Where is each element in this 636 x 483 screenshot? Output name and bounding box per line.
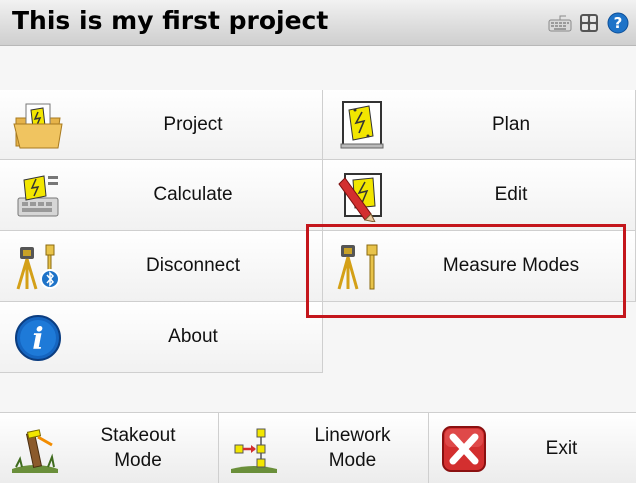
project-button[interactable]: Project [0,90,323,160]
calculate-label: Calculate [153,184,233,205]
measure-modes-button[interactable]: Measure Modes [323,231,636,302]
svg-text:?: ? [614,14,623,32]
edit-pencil-icon [335,170,387,223]
stakeout-mode-label: Stakeout Mode [62,413,214,483]
about-button[interactable]: i About [0,302,323,373]
bottom-toolbar: Stakeout Mode Linework Mode Exit [0,412,636,483]
plan-label: Plan [491,113,531,135]
disconnect-button[interactable]: Disconnect [0,231,323,302]
about-label: About [168,326,218,347]
folder-icon [12,100,64,152]
linework-icon [227,423,281,475]
help-icon[interactable]: ? [606,12,630,34]
stakeout-label-line1: Stakeout [100,425,176,446]
linework-label-line1: Linework [314,425,391,446]
linework-mode-button[interactable]: Linework Mode [219,413,429,483]
total-station-icon [335,241,387,293]
edit-button[interactable]: Edit [323,160,636,231]
svg-text:i: i [32,322,43,357]
info-icon: i [12,312,64,364]
title-bar: This is my first project ? [0,0,636,46]
disconnect-label: Disconnect [146,255,240,276]
project-label: Project [163,113,223,135]
plan-icon [335,100,387,152]
stakeout-label-line2: Mode [114,450,162,471]
page-title: This is my first project [12,6,329,35]
exit-button[interactable]: Exit [429,413,636,483]
calculator-icon [12,170,64,222]
keyboard-icon[interactable] [548,12,572,34]
stakeout-mode-button[interactable]: Stakeout Mode [0,413,219,483]
main-menu: Project Plan Calculate Edit Disconnect M… [0,46,636,412]
linework-mode-label: Linework Mode [281,413,424,483]
grid-icon[interactable] [577,12,601,34]
close-icon [437,423,491,475]
linework-label-line2: Mode [328,450,377,471]
stake-icon [8,423,62,475]
exit-label: Exit [545,437,578,459]
title-bar-icons: ? [548,11,630,35]
edit-label: Edit [494,184,528,205]
calculate-button[interactable]: Calculate [0,160,323,231]
plan-button[interactable]: Plan [323,90,636,160]
measure-modes-label: Measure Modes [442,255,580,276]
survey-instrument-bluetooth-icon [12,241,64,293]
